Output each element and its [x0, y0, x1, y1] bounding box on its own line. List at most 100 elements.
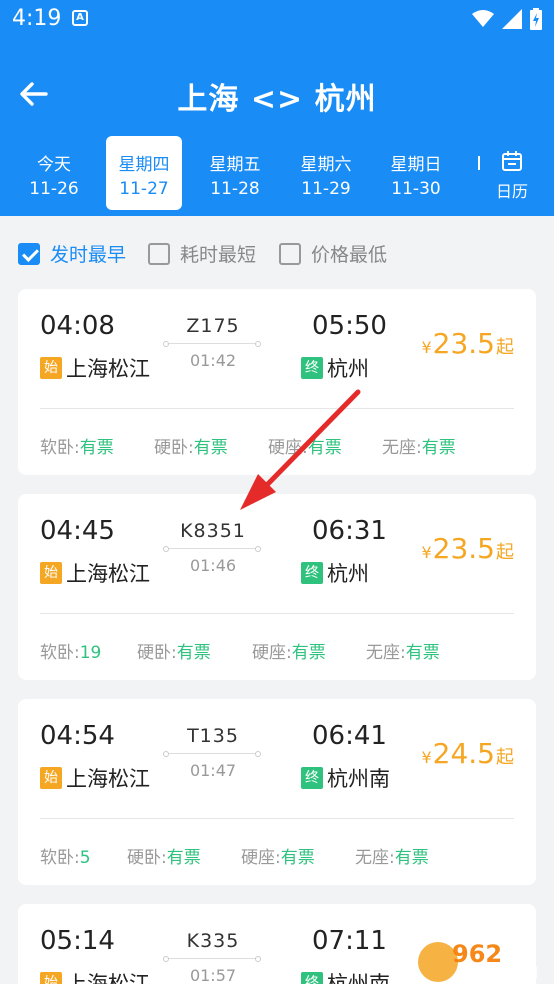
departure-time: 04:08 [40, 311, 115, 341]
next-date-tab-partial[interactable] [478, 154, 486, 174]
departure-station: 始 上海松江 [40, 763, 150, 793]
station-name: 上海松江 [66, 357, 150, 381]
filter-label: 价格最低 [311, 244, 388, 266]
price-value: 23.5 [432, 327, 495, 360]
status-time: 4:19 [12, 6, 62, 31]
date-tab-friday[interactable]: 星期五 11-28 [197, 136, 273, 210]
arrival-station: 终 杭州 [301, 353, 369, 383]
card-divider [40, 818, 514, 819]
date-tab-thursday[interactable]: 星期四 11-27 [106, 136, 182, 210]
seat-soft-sleeper: 软卧:5 [40, 848, 91, 868]
filter-shortest-duration[interactable]: 耗时最短 [148, 240, 256, 267]
header: 4:19 A 上海 <> 杭州 今天 11-26 星期四 11-27 星期五 1… [0, 0, 554, 216]
departure-station: 始 上海松江 [40, 968, 150, 984]
train-card[interactable]: 04:08 Z175 01:42 05:50 始 上海松江 终 杭州 ¥ 23.… [18, 289, 536, 475]
seat-standing: 无座:有票 [355, 848, 429, 868]
arrival-time: 06:31 [312, 516, 387, 546]
travel-duration: 01:42 [189, 351, 237, 370]
date-tab-sunday[interactable]: 星期日 11-30 [378, 136, 454, 210]
terminus-badge: 终 [301, 562, 323, 584]
route-title: 上海 <> 杭州 [177, 82, 377, 117]
date-tab-date: 11-28 [210, 179, 260, 199]
ticket-price: ¥ 23.5 起 [421, 327, 514, 360]
date-tabs: 今天 11-26 星期四 11-27 星期五 11-28 星期六 11-29 星… [0, 134, 554, 212]
checkbox[interactable] [148, 242, 170, 265]
departure-station: 始 上海松江 [40, 558, 150, 588]
price-suffix: 起 [496, 747, 514, 768]
origin-badge: 始 [40, 357, 62, 379]
departure-station: 始 上海松江 [40, 353, 150, 383]
route-line [163, 751, 261, 757]
date-tab-day: 星期四 [118, 155, 170, 175]
signal-icon [502, 9, 522, 29]
route-line [163, 341, 261, 347]
departure-time: 05:14 [40, 926, 115, 956]
status-bar: 4:19 A [0, 0, 554, 38]
route-line [163, 546, 261, 552]
travel-duration: 01:57 [189, 966, 237, 984]
date-tab-day: 星期五 [209, 155, 261, 175]
seat-soft-sleeper: 软卧:19 [40, 643, 102, 663]
train-number: K335 [186, 930, 240, 952]
ticket-price: ¥ 24.5 起 [421, 737, 514, 770]
train-number: K8351 [180, 520, 246, 542]
route-line [163, 956, 261, 962]
station-name: 上海松江 [66, 972, 150, 984]
station-name: 上海松江 [66, 562, 150, 586]
date-tab-today[interactable]: 今天 11-26 [16, 136, 92, 210]
ticket-price: ¥ 23.5 起 [421, 532, 514, 565]
price-value: 23.5 [432, 532, 495, 565]
travel-duration: 01:46 [189, 556, 237, 575]
train-card[interactable]: 04:45 K8351 01:46 06:31 始 上海松江 终 杭州 ¥ 23… [18, 494, 536, 680]
train-card[interactable]: 04:54 T135 01:47 06:41 始 上海松江 终 杭州南 ¥ 24… [18, 699, 536, 885]
travel-duration: 01:47 [189, 761, 237, 780]
station-name: 杭州 [327, 562, 369, 586]
seat-hard-seat: 硬座:有票 [268, 438, 342, 458]
currency-symbol: ¥ [421, 543, 432, 562]
filter-earliest-departure[interactable]: 发时最早 [18, 240, 126, 267]
currency-symbol: ¥ [421, 748, 432, 767]
station-name: 杭州南 [327, 767, 390, 791]
calendar-icon [502, 151, 522, 171]
train-number: Z175 [186, 315, 240, 337]
card-divider [40, 408, 514, 409]
checkbox[interactable] [279, 242, 301, 265]
checkbox-checked[interactable] [18, 242, 40, 265]
filter-label: 耗时最短 [180, 244, 257, 266]
terminus-badge: 终 [301, 972, 323, 984]
price-suffix: 起 [496, 542, 514, 563]
arrival-station: 终 杭州南 [301, 968, 390, 984]
origin-badge: 始 [40, 972, 62, 984]
date-tab-date: 11-30 [391, 179, 441, 199]
seat-hard-sleeper: 硬卧:有票 [137, 643, 211, 663]
train-number: T135 [187, 725, 239, 747]
seat-hard-sleeper: 硬卧:有票 [154, 438, 228, 458]
station-name: 上海松江 [66, 767, 150, 791]
station-name: 杭州 [327, 357, 369, 381]
date-tab-saturday[interactable]: 星期六 11-29 [288, 136, 364, 210]
battery-icon [530, 8, 542, 30]
price-value: 24.5 [432, 737, 495, 770]
seat-hard-sleeper: 硬卧:有票 [127, 848, 201, 868]
site-watermark-logo: 962 .NET 乐游网 [412, 932, 554, 984]
date-tab-day: 星期六 [300, 155, 352, 175]
calendar-label: 日历 [495, 182, 528, 201]
departure-time: 04:54 [40, 721, 115, 751]
calendar-button[interactable]: 日历 [490, 150, 534, 202]
date-tab-day: 今天 [37, 155, 71, 175]
status-indicators [472, 8, 542, 30]
filter-lowest-price[interactable]: 价格最低 [279, 240, 387, 267]
filter-label: 发时最早 [50, 244, 127, 266]
date-tab-date: 11-26 [29, 179, 79, 199]
date-tab-day: 星期日 [390, 155, 442, 175]
arrival-time: 05:50 [312, 311, 387, 341]
arrival-station: 终 杭州南 [301, 763, 390, 793]
seat-hard-seat: 硬座:有票 [241, 848, 315, 868]
seat-standing: 无座:有票 [366, 643, 440, 663]
arrival-station: 终 杭州 [301, 558, 369, 588]
arrival-time: 07:11 [312, 926, 387, 956]
seat-standing: 无座:有票 [382, 438, 456, 458]
price-suffix: 起 [496, 337, 514, 358]
terminus-badge: 终 [301, 767, 323, 789]
arrival-time: 06:41 [312, 721, 387, 751]
